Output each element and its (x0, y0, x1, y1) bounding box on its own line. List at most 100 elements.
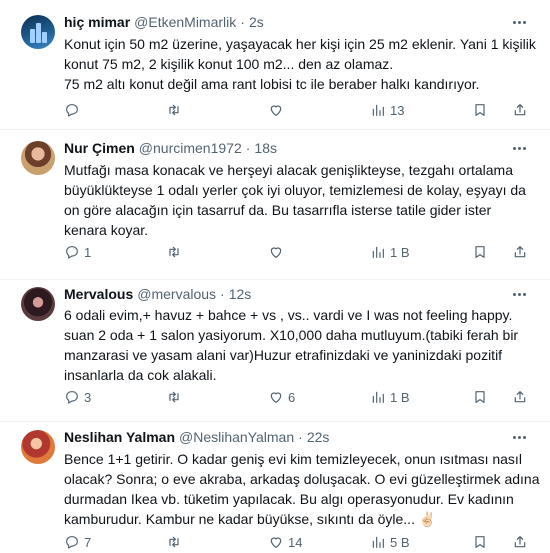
share-button[interactable] (512, 387, 528, 407)
bookmark-icon (475, 246, 485, 258)
author-handle[interactable]: @EtkenMimarlik (134, 14, 236, 30)
separator-dot: · (220, 286, 225, 302)
author-handle[interactable]: @nurcimen1972 (139, 140, 242, 156)
views-count: 1 B (390, 244, 410, 260)
tweet-text-line: büyüklükteyse 1 odalı yerler çok iyi olu… (64, 182, 526, 198)
bookmark-icon (475, 391, 485, 403)
separator-dot: · (245, 140, 251, 156)
more-icon[interactable] (510, 139, 528, 157)
bookmark-button[interactable] (472, 532, 488, 552)
author-handle[interactable]: @NeslihanYalman (179, 429, 294, 445)
tweet-text-line: Mutfağı masa konacak ve herşeyi alacak g… (64, 162, 514, 178)
heart-icon (270, 105, 282, 116)
share-icon (514, 104, 526, 116)
author-name[interactable]: Mervalous (64, 286, 133, 302)
tweet[interactable]: Mervalous @mervalous · 12s 6 odali evim,… (0, 280, 550, 422)
tweet-text-line: Bence 1+1 getirir. O kadar geniş evi kim… (64, 451, 522, 467)
heart-icon (270, 392, 282, 403)
author-handle[interactable]: @mervalous (137, 286, 216, 302)
bookmark-button[interactable] (472, 242, 488, 262)
action-bar: 13 (64, 100, 534, 120)
reply-button[interactable]: 1 (64, 242, 91, 262)
action-bar: 3 6 1 B (64, 387, 534, 407)
views-icon (372, 536, 384, 548)
reply-button[interactable]: 3 (64, 387, 91, 407)
author-name[interactable]: Nur Çimen (64, 140, 135, 156)
reply-icon (66, 536, 78, 549)
tweet-header: Neslihan Yalman @NeslihanYalman · 22s (64, 427, 528, 447)
like-count: 6 (288, 389, 296, 405)
tweet-header: Nur Çimen @nurcimen1972 · 18s (64, 138, 528, 158)
tweet-header: hiç mimar @EtkenMimarlik · 2s (64, 12, 528, 32)
views-button[interactable]: 1 B (370, 242, 410, 262)
tweet-header: Mervalous @mervalous · 12s (64, 284, 528, 304)
share-button[interactable] (512, 100, 528, 120)
tweet-text-line: durmadan Ikea vb. tüketim yapılacak. Bu … (64, 491, 514, 507)
views-button[interactable]: 5 B (370, 532, 410, 552)
bookmark-button[interactable] (472, 387, 488, 407)
timestamp[interactable]: 2s (249, 14, 264, 30)
tweet[interactable]: hiç mimar @EtkenMimarlik · 2s Konut için… (0, 0, 550, 130)
author-name[interactable]: hiç mimar (64, 14, 130, 30)
bookmark-icon (475, 104, 485, 116)
tweet-text-line: 6 odali evim,+ havuz + bahce + vs , vs..… (64, 307, 513, 323)
tweet-text: Konut için 50 m2 üzerine, yaşayacak her … (64, 34, 536, 94)
more-icon[interactable] (510, 285, 528, 303)
heart-icon (270, 537, 282, 548)
retweet-button[interactable] (166, 242, 186, 262)
tweet-text-line: insanlarla da cok alakali. (64, 367, 217, 383)
like-button[interactable]: 6 (268, 387, 295, 407)
tweet-text-line: 75 m2 altı konut değil ama rant lobisi t… (64, 76, 480, 92)
timestamp[interactable]: 18s (254, 140, 277, 156)
reply-button[interactable]: 7 (64, 532, 91, 552)
views-count: 5 B (390, 534, 410, 550)
retweet-icon (169, 104, 179, 116)
share-icon (514, 391, 526, 403)
timestamp[interactable]: 22s (307, 429, 330, 445)
retweet-button[interactable] (166, 387, 186, 407)
tweet-text: 6 odali evim,+ havuz + bahce + vs , vs..… (64, 305, 534, 385)
views-count: 13 (390, 102, 405, 118)
tweet-text-line: on göre alacağın için tasarruf da. Bu ta… (64, 202, 492, 218)
avatar[interactable] (21, 287, 55, 321)
tweet[interactable]: Nur Çimen @nurcimen1972 · 18s Mutfağı ma… (0, 130, 550, 280)
retweet-button[interactable] (166, 100, 186, 120)
bookmark-icon (475, 536, 485, 548)
tweet[interactable]: Neslihan Yalman @NeslihanYalman · 22s Be… (0, 422, 550, 553)
views-count: 1 B (390, 389, 410, 405)
views-button[interactable]: 1 B (370, 387, 410, 407)
views-button[interactable]: 13 (370, 100, 404, 120)
tweet-text-line: konut 75 m2, 2 kişilik konut 100 m2... d… (64, 56, 394, 72)
more-icon[interactable] (510, 428, 528, 446)
bookmark-button[interactable] (472, 100, 488, 120)
reply-count: 7 (84, 534, 92, 550)
author-name[interactable]: Neslihan Yalman (64, 429, 175, 445)
more-icon[interactable] (510, 13, 528, 31)
avatar[interactable] (21, 430, 55, 464)
retweet-button[interactable] (166, 532, 186, 552)
tweet-text-line: olacak? Sonra; o eve akraba, arkadaş dol… (64, 471, 540, 487)
separator-dot: · (240, 14, 245, 30)
like-button[interactable] (268, 242, 288, 262)
share-icon (514, 246, 526, 258)
avatar[interactable] (21, 15, 55, 49)
reply-icon (66, 104, 78, 117)
tweet-text-line: manzarasi ve yasam alani var)Huzur etraf… (64, 347, 503, 363)
tweet-text-line: Konut için 50 m2 üzerine, yaşayacak her … (64, 36, 536, 52)
avatar[interactable] (21, 141, 55, 175)
action-bar: 7 14 5 B (64, 532, 534, 552)
views-icon (372, 104, 384, 116)
retweet-icon (169, 536, 179, 548)
like-button[interactable]: 14 (268, 532, 302, 552)
views-icon (372, 391, 384, 403)
share-button[interactable] (512, 532, 528, 552)
separator-dot: · (298, 429, 303, 445)
like-button[interactable] (268, 100, 288, 120)
reply-count: 1 (84, 244, 92, 260)
share-button[interactable] (512, 242, 528, 262)
timestamp[interactable]: 12s (229, 286, 252, 302)
reply-icon (66, 246, 78, 259)
retweet-icon (169, 246, 179, 258)
tweet-text: Mutfağı masa konacak ve herşeyi alacak g… (64, 160, 534, 240)
reply-button[interactable] (64, 100, 84, 120)
